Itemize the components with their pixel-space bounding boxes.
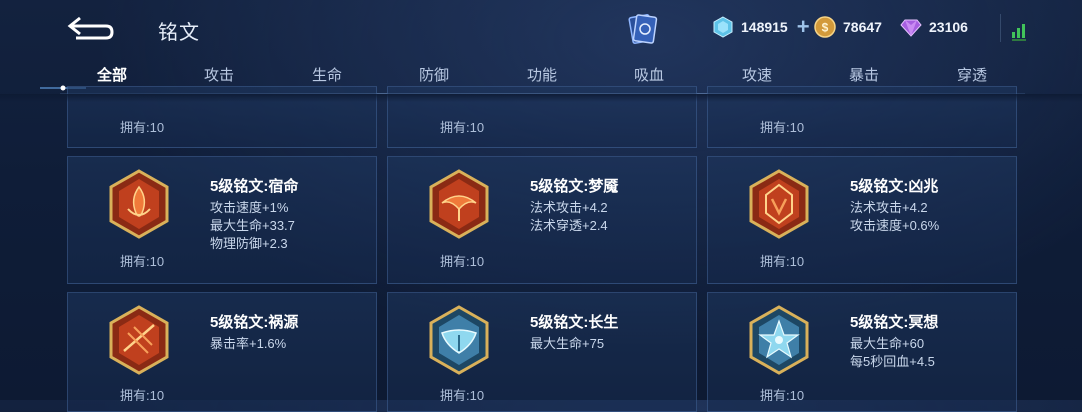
add-diamond-button[interactable]: +: [797, 16, 810, 38]
back-arrow-icon[interactable]: [66, 14, 114, 42]
rune-attribute: 法术穿透+2.4: [530, 218, 608, 233]
gem-amount: 23106: [929, 19, 968, 35]
rune-owned-count: 拥有:10: [760, 254, 805, 269]
tab-utility[interactable]: 功能: [527, 64, 557, 85]
rune-attributes: 最大生命+60 每5秒回血+4.5: [850, 335, 935, 371]
tab-lifesteal[interactable]: 吸血: [634, 64, 664, 85]
rune-card[interactable]: 5级铭文:冥想 最大生命+60 每5秒回血+4.5 拥有:10: [707, 292, 1017, 412]
rune-name: 5级铭文:冥想: [850, 314, 939, 331]
rune-attribute: 最大生命+60: [850, 336, 925, 351]
scroll-fade: [0, 94, 1082, 102]
rune-owned-count: 拥有:10: [760, 120, 805, 135]
rune-card[interactable]: 5级铭文:长生 最大生命+75 拥有:10: [387, 292, 697, 412]
rune-card[interactable]: 5级铭文:宿命 攻击速度+1% 最大生命+33.7 物理防御+2.3 拥有:10: [67, 156, 377, 284]
rune-attributes: 暴击率+1.6%: [210, 335, 286, 353]
rune-attribute: 物理防御+2.3: [210, 236, 288, 251]
rune-attributes: 法术攻击+4.2 攻击速度+0.6%: [850, 199, 939, 235]
tab-health[interactable]: 生命: [312, 64, 342, 85]
coin-currency: $ 78647: [814, 16, 882, 38]
rune-name: 5级铭文:凶兆: [850, 178, 939, 195]
rune-attribute: 最大生命+33.7: [210, 218, 295, 233]
rune-name: 5级铭文:宿命: [210, 178, 299, 195]
rune-attribute: 最大生命+75: [530, 336, 605, 351]
rune-card[interactable]: 5级铭文:凶兆 法术攻击+4.2 攻击速度+0.6% 拥有:10: [707, 156, 1017, 284]
rune-owned-count: 拥有:10: [760, 388, 805, 403]
svg-text:$: $: [822, 21, 829, 35]
tab-attack-speed[interactable]: 攻速: [742, 64, 772, 85]
omen-rune-icon: [749, 169, 809, 239]
rune-owned-count: 拥有:10: [120, 120, 165, 135]
rune-attributes: 法术攻击+4.2 法术穿透+2.4: [530, 199, 608, 235]
diamond-amount: 148915: [741, 19, 788, 35]
rune-attribute: 每5秒回血+4.5: [850, 354, 935, 369]
rune-owned-count: 拥有:10: [440, 120, 485, 135]
rune-name: 5级铭文:梦魇: [530, 178, 619, 195]
tab-penetration[interactable]: 穿透: [957, 64, 987, 85]
rune-owned-count: 拥有:10: [440, 388, 485, 403]
diamond-icon: [713, 16, 733, 38]
gem-currency: 23106: [900, 16, 968, 38]
coin-icon: $: [814, 16, 836, 38]
rune-name: 5级铭文:祸源: [210, 314, 299, 331]
rune-attributes: 最大生命+75: [530, 335, 604, 353]
rune-attribute: 攻击速度+0.6%: [850, 218, 940, 233]
rune-book-icon[interactable]: [628, 12, 658, 46]
diamond-currency: 148915 +: [712, 16, 810, 38]
signal-icon: [1000, 14, 1026, 42]
rune-card[interactable]: 5级铭文:祸源 暴击率+1.6% 拥有:10: [67, 292, 377, 412]
tab-crit[interactable]: 暴击: [849, 64, 879, 85]
rune-attribute: 法术攻击+4.2: [530, 200, 608, 215]
nightmare-rune-icon: [429, 169, 489, 239]
tab-all[interactable]: 全部: [97, 64, 127, 85]
rune-attribute: 攻击速度+1%: [210, 200, 289, 215]
gem-icon: [900, 19, 922, 37]
fate-rune-icon: [109, 169, 169, 239]
coin-amount: 78647: [843, 19, 882, 35]
tab-attack[interactable]: 攻击: [204, 64, 234, 85]
rune-owned-count: 拥有:10: [120, 254, 165, 269]
page-title: 铭文: [158, 22, 200, 44]
meditation-rune-icon: [749, 305, 809, 375]
rune-attributes: 攻击速度+1% 最大生命+33.7 物理防御+2.3: [210, 199, 295, 253]
rune-attribute: 暴击率+1.6%: [210, 336, 287, 351]
tab-defense[interactable]: 防御: [419, 64, 449, 85]
rune-owned-count: 拥有:10: [120, 388, 165, 403]
calamity-rune-icon: [109, 305, 169, 375]
rune-card[interactable]: 5级铭文:梦魇 法术攻击+4.2 法术穿透+2.4 拥有:10: [387, 156, 697, 284]
rune-owned-count: 拥有:10: [440, 254, 485, 269]
rune-name: 5级铭文:长生: [530, 314, 619, 331]
longevity-rune-icon: [429, 305, 489, 375]
rune-attribute: 法术攻击+4.2: [850, 200, 928, 215]
